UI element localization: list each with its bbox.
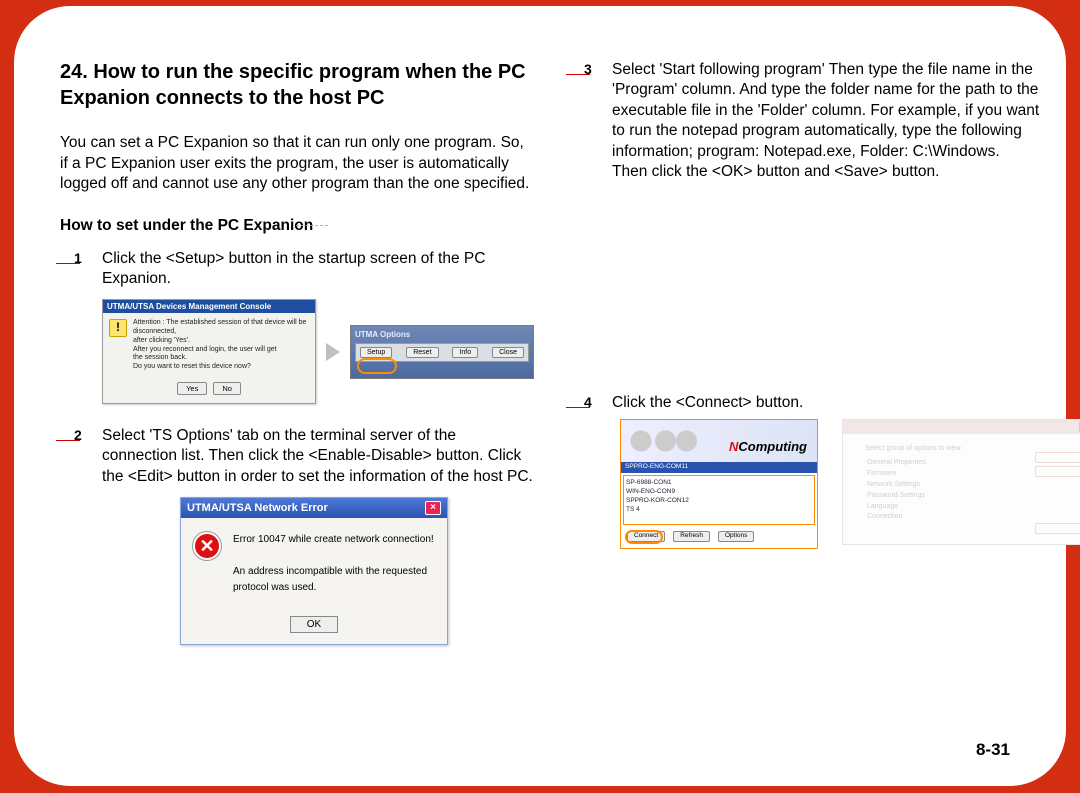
menu-item[interactable]: Network Settings	[867, 480, 926, 491]
error-ok-row: OK	[181, 606, 447, 644]
error-title: UTMA/UTSA Network Error	[187, 502, 328, 514]
step-1: 1 Click the <Setup> button in the startu…	[60, 249, 534, 290]
list-item[interactable]: SPPRO-KOR-CON12	[626, 496, 812, 505]
menu-item[interactable]: General Properties	[867, 458, 926, 469]
faded-button[interactable]	[1035, 466, 1080, 477]
step-3: 3 Select 'Start following program' Then …	[570, 60, 1050, 183]
step-number: 1	[74, 249, 82, 267]
step-number-wrap: 2	[60, 426, 90, 487]
error-icon: ✕	[193, 532, 221, 560]
warning-icon	[109, 319, 127, 337]
step-4-body: Click the <Connect> button. NComputing S…	[612, 393, 1080, 549]
panel-button-row: Setup Reset Info Close	[355, 343, 529, 362]
info-button[interactable]: Info	[452, 347, 478, 358]
step-number-wrap: 3	[570, 60, 600, 183]
error-body: ✕ Error 10047 while create network conne…	[181, 518, 447, 606]
dialog-title: UTMA/UTSA Devices Management Console	[103, 300, 315, 313]
menu-item[interactable]: Language	[867, 502, 926, 513]
step1-screenshots: UTMA/UTSA Devices Management Console Att…	[102, 299, 534, 404]
network-error-dialog: UTMA/UTSA Network Error × ✕ Error 10047 …	[180, 497, 448, 645]
ok-button[interactable]: OK	[290, 616, 338, 633]
dialog-message: Attention : The established session of t…	[133, 319, 309, 372]
no-button[interactable]: No	[213, 382, 241, 395]
dlg1-line: after clicking 'Yes'.	[133, 337, 309, 346]
refresh-button[interactable]: Refresh	[673, 531, 710, 542]
dlg1-line: After you reconnect and login, the user …	[133, 346, 309, 355]
reset-confirm-dialog: UTMA/UTSA Devices Management Console Att…	[102, 299, 316, 404]
error-titlebar: UTMA/UTSA Network Error ×	[181, 498, 447, 518]
manual-page: 24. How to run the specific program when…	[14, 6, 1066, 786]
menu-item[interactable]: Password Settings	[867, 491, 926, 502]
list-item[interactable]: SP-6988-CON1	[626, 478, 812, 487]
step-number: 2	[74, 426, 82, 444]
faded-hint: Select group of options to view:	[865, 444, 962, 453]
step4-screenshots: NComputing SPPRO-ENG-COM11 SP-6988-CON1 …	[620, 419, 1080, 549]
button-row: Connect Refresh Options	[621, 527, 817, 548]
brand-logo-rest: Computing	[738, 439, 807, 454]
dlg1-line: Do you want to reset this device now?	[133, 363, 309, 372]
connection-list-window: NComputing SPPRO-ENG-COM11 SP-6988-CON1 …	[620, 419, 818, 549]
step-1-text: Click the <Setup> button in the startup …	[102, 249, 534, 290]
dialog-body: Attention : The established session of t…	[103, 313, 315, 376]
close-icon[interactable]: ×	[425, 501, 441, 515]
step-number-rule	[56, 263, 80, 264]
options-dialog-faded: Select group of options to view: General…	[842, 419, 1080, 545]
server-list: SP-6988-CON1 WIN-ENG-CON9 SPPRO-KOR-CON1…	[623, 475, 815, 525]
right-column: 3 Select 'Start following program' Then …	[570, 60, 1050, 758]
brand-logo-n: N	[729, 439, 738, 454]
step-number-rule	[566, 74, 590, 75]
left-column: 24. How to run the specific program when…	[60, 60, 534, 758]
dlg1-line: Attention : The established session of t…	[133, 319, 309, 337]
list-item[interactable]: TS 4	[626, 505, 812, 514]
error-message: Error 10047 while create network connect…	[233, 532, 435, 596]
step-2-text: Select 'TS Options' tab on the terminal …	[102, 426, 534, 487]
error-line: Error 10047 while create network connect…	[233, 532, 435, 548]
brand-banner: NComputing	[621, 420, 817, 462]
spacer	[570, 193, 1050, 393]
faded-button[interactable]	[1035, 452, 1080, 463]
options-button[interactable]: Options	[718, 531, 754, 542]
menu-item[interactable]: Connection	[867, 512, 926, 523]
step-number: 4	[584, 393, 592, 411]
yes-button[interactable]: Yes	[177, 382, 207, 395]
step-4: 4 Click the <Connect> button. NComputing…	[570, 393, 1050, 549]
panel-caption: UTMA Options	[355, 330, 529, 339]
brand-logo: NComputing	[729, 438, 807, 455]
section-title: 24. How to run the specific program when…	[60, 60, 534, 111]
setup-button[interactable]: Setup	[360, 347, 392, 358]
step-number-wrap: 1	[60, 249, 90, 290]
sub-heading-text: How to set under the PC Expanion	[60, 217, 313, 234]
step-3-text: Select 'Start following program' Then ty…	[612, 60, 1050, 183]
dialog-buttons: Yes No	[103, 376, 315, 403]
dlg1-line: the session back.	[133, 354, 309, 363]
reset-button[interactable]: Reset	[406, 347, 438, 358]
connect-button[interactable]: Connect	[627, 531, 665, 542]
list-header: SPPRO-ENG-COM11	[621, 462, 817, 473]
decorative-dash	[296, 225, 328, 226]
faded-menu: General Properties Firmware Network Sett…	[867, 458, 926, 523]
close-button[interactable]: Close	[492, 347, 524, 358]
step-number-rule	[56, 440, 80, 441]
step-number-rule	[566, 407, 590, 408]
sub-heading: How to set under the PC Expanion	[60, 217, 534, 235]
utma-options-panel: UTMA Options Setup Reset Info Close	[350, 325, 534, 379]
step-2: 2 Select 'TS Options' tab on the termina…	[60, 426, 534, 487]
arrow-icon	[326, 343, 340, 361]
error-line: An address incompatible with the request…	[233, 564, 435, 596]
step-number-wrap: 4	[570, 393, 600, 549]
list-item[interactable]: WIN-ENG-CON9	[626, 487, 812, 496]
faded-button[interactable]	[1035, 523, 1080, 534]
faded-titlebar	[843, 420, 1080, 434]
menu-item[interactable]: Firmware	[867, 469, 926, 480]
step-number: 3	[584, 60, 592, 78]
page-number: 8-31	[976, 740, 1010, 760]
intro-paragraph: You can set a PC Expanion so that it can…	[60, 133, 534, 194]
step-4-text: Click the <Connect> button.	[612, 393, 1080, 413]
